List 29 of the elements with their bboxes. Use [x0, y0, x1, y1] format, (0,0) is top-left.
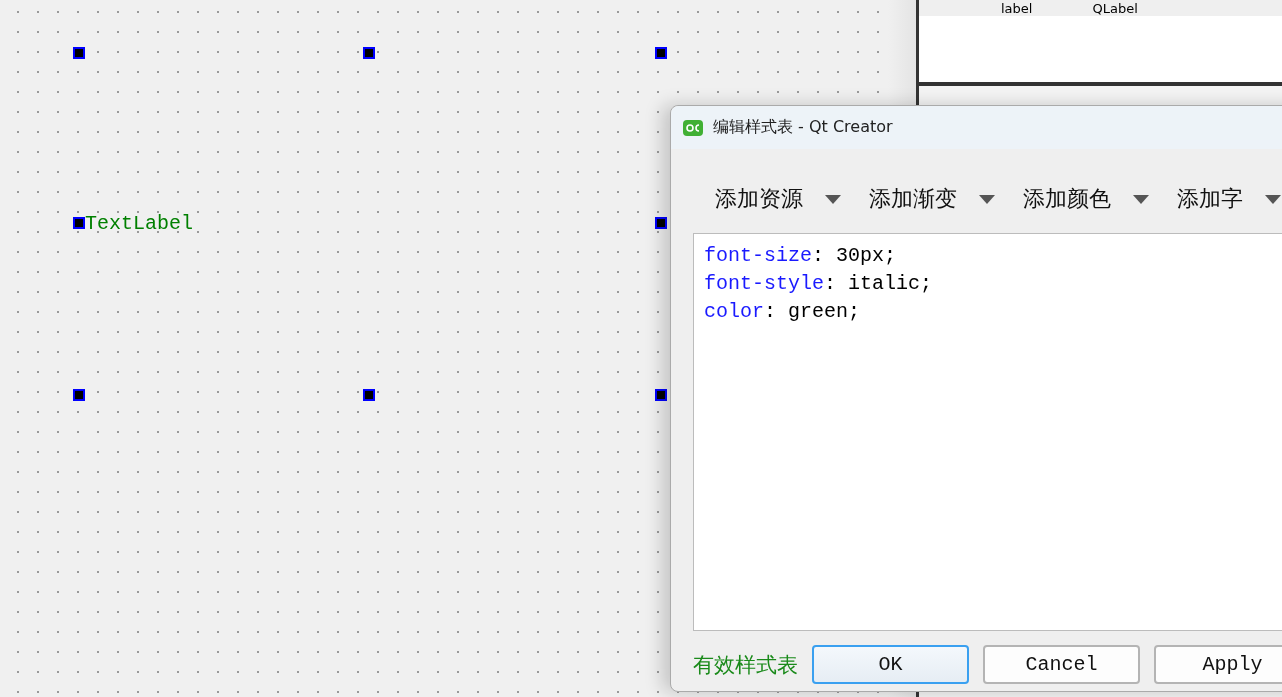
selection-handle[interactable] — [363, 47, 375, 59]
dialog-button[interactable]: OK — [812, 645, 969, 684]
toolbar-menu-button[interactable]: 添加颜色 — [1023, 184, 1149, 214]
selection-handle[interactable] — [655, 389, 667, 401]
window-title: 编辑样式表 - Qt Creator — [713, 117, 893, 138]
selection-handle[interactable] — [655, 47, 667, 59]
code-editor[interactable]: font-size: 30px; font-style: italic; color: green; — [693, 233, 1282, 631]
code-line: color: green; — [704, 299, 862, 325]
column-header: label — [1001, 0, 1033, 16]
caret-icon — [1265, 194, 1281, 204]
caret-icon — [1133, 194, 1149, 204]
column-header: QLabel — [1092, 0, 1138, 16]
text-label[interactable]: TextLabel — [85, 212, 194, 235]
code-line: font-size: 30px; — [704, 243, 898, 269]
toolbar-menu-button[interactable]: 添加字 — [1177, 184, 1281, 214]
toolbar-menu-button[interactable]: 添加资源 — [715, 184, 841, 214]
caret-icon — [825, 194, 841, 204]
app-icon — [683, 119, 703, 136]
validity-status: 有效样式表 — [693, 651, 798, 679]
dialog-button[interactable]: Apply — [1154, 645, 1282, 684]
selection-handle[interactable] — [73, 47, 85, 59]
selection-handle[interactable] — [73, 217, 85, 229]
code-line: font-style: italic; — [704, 271, 934, 297]
selection-handle[interactable] — [363, 389, 375, 401]
dialog-button[interactable]: Cancel — [983, 645, 1140, 684]
selection-handle[interactable] — [73, 389, 85, 401]
toolbar-menu-button[interactable]: 添加渐变 — [869, 184, 995, 214]
selection-handle[interactable] — [655, 217, 667, 229]
caret-icon — [979, 194, 995, 204]
